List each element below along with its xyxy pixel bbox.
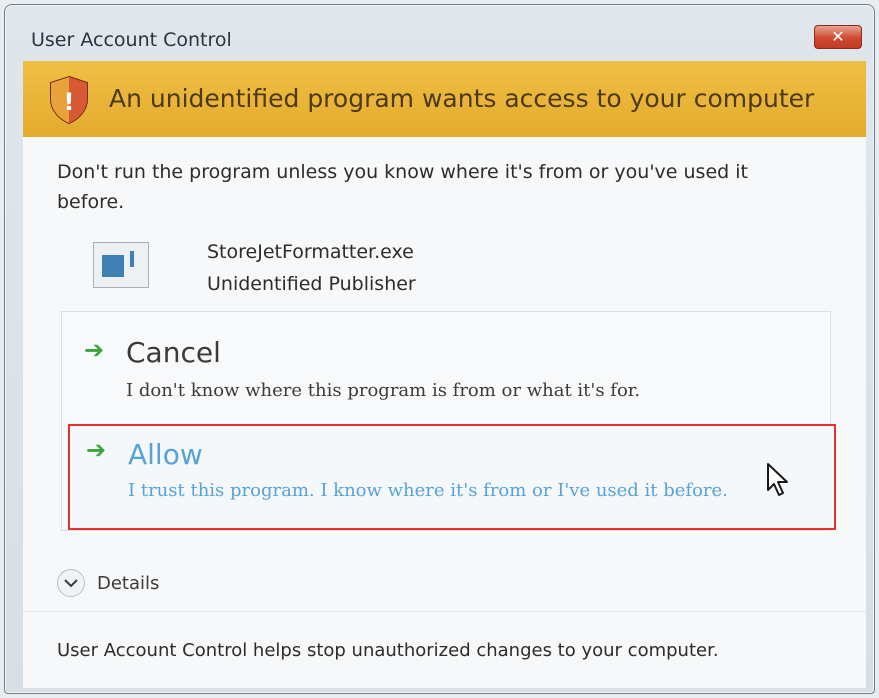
cancel-option-button[interactable]: ➔ Cancel I don't know where this program… bbox=[62, 324, 830, 414]
arrow-right-icon: ➔ bbox=[84, 336, 105, 364]
banner-heading: An unidentified program wants access to … bbox=[109, 84, 815, 113]
title-bar: User Account Control ✕ bbox=[5, 5, 874, 59]
arrow-right-icon: ➔ bbox=[86, 436, 107, 464]
window-title: User Account Control bbox=[31, 29, 232, 51]
allow-option-button[interactable]: ➔ Allow I trust this program. I know whe… bbox=[68, 424, 836, 530]
details-label: Details bbox=[97, 572, 160, 594]
close-icon: ✕ bbox=[831, 27, 845, 46]
details-toggle[interactable]: Details bbox=[57, 569, 159, 597]
warning-message: Don't run the program unless you know wh… bbox=[57, 161, 748, 213]
mouse-pointer-icon bbox=[767, 463, 788, 496]
warning-banner: ! An unidentified program wants access t… bbox=[23, 61, 866, 137]
shield-icon: ! bbox=[50, 75, 88, 125]
chevron-down-icon bbox=[57, 569, 85, 597]
program-icon bbox=[93, 242, 149, 288]
footer-divider bbox=[23, 611, 866, 612]
uac-dialog-window: User Account Control ✕ ! An unidentified… bbox=[4, 4, 875, 694]
dialog-content: Don't run the program unless you know wh… bbox=[23, 137, 866, 688]
program-name: StoreJetFormatter.exe bbox=[207, 241, 414, 263]
cancel-option-description: I don't know where this program is from … bbox=[126, 380, 641, 401]
close-button[interactable]: ✕ bbox=[814, 25, 862, 49]
cancel-option-title: Cancel bbox=[126, 336, 221, 369]
program-publisher: Unidentified Publisher bbox=[207, 273, 416, 295]
footer-text: User Account Control helps stop unauthor… bbox=[57, 640, 719, 661]
svg-text:!: ! bbox=[64, 88, 75, 116]
allow-option-title: Allow bbox=[128, 438, 203, 471]
options-panel: ➔ Cancel I don't know where this program… bbox=[61, 311, 836, 531]
allow-option-description: I trust this program. I know where it's … bbox=[128, 480, 728, 501]
